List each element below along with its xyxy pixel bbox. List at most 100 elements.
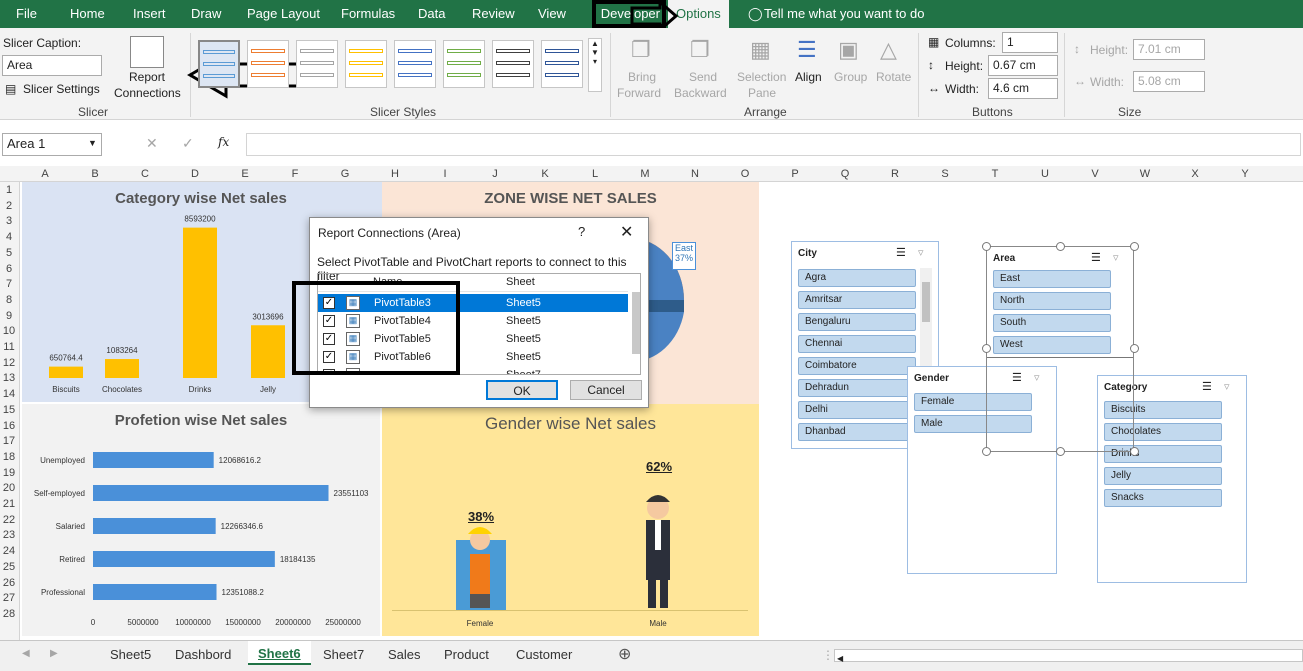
sheet-tab[interactable]: Sheet6 bbox=[248, 641, 311, 665]
close-icon[interactable]: ✕ bbox=[620, 222, 633, 242]
row-header[interactable]: 5 bbox=[0, 247, 18, 259]
clear-filter-icon[interactable]: ▿ bbox=[918, 246, 924, 259]
enter-icon[interactable]: ✓ bbox=[182, 135, 194, 152]
column-header[interactable]: M bbox=[635, 168, 655, 180]
row-header[interactable]: 14 bbox=[0, 388, 18, 400]
row-header[interactable]: 22 bbox=[0, 514, 18, 526]
slicer-item-city[interactable]: Dhanbad bbox=[798, 423, 916, 441]
slicer-item-city[interactable]: Coimbatore bbox=[798, 357, 916, 375]
row-header[interactable]: 7 bbox=[0, 278, 18, 290]
row-header[interactable]: 16 bbox=[0, 420, 18, 432]
row-header[interactable]: 28 bbox=[0, 608, 18, 620]
tab-file[interactable]: File bbox=[16, 6, 37, 21]
slicer-item-category[interactable]: Drinks bbox=[1104, 445, 1222, 463]
cancel-icon[interactable]: ✕ bbox=[146, 135, 158, 152]
formula-input[interactable] bbox=[246, 133, 1301, 156]
slicer-item-category[interactable]: Biscuits bbox=[1104, 401, 1222, 419]
slicer-style-swatch[interactable] bbox=[394, 40, 436, 88]
column-header[interactable]: E bbox=[235, 168, 255, 180]
row-header[interactable]: 13 bbox=[0, 372, 18, 384]
col-sheet-header[interactable]: Sheet bbox=[506, 276, 535, 288]
size-width-input[interactable]: 5.08 cm bbox=[1133, 71, 1205, 92]
slicer-item-city[interactable]: Amritsar bbox=[798, 291, 916, 309]
column-header[interactable]: S bbox=[935, 168, 955, 180]
next-sheet-icon[interactable]: ▶ bbox=[50, 648, 58, 659]
tab-page-layout[interactable]: Page Layout bbox=[247, 6, 320, 21]
slicer-item-area[interactable]: West bbox=[993, 336, 1111, 354]
send-backward-label1[interactable]: Send bbox=[689, 70, 717, 84]
slicer-item-gender[interactable]: Female bbox=[914, 393, 1032, 411]
scroll-thumb[interactable] bbox=[922, 282, 930, 322]
column-header[interactable]: K bbox=[535, 168, 555, 180]
styles-scroll-icon[interactable]: ▲ ▼ ▾ bbox=[588, 38, 602, 92]
tell-me-search[interactable]: Tell me what you want to do bbox=[764, 6, 924, 21]
sheet-tab[interactable]: Sheet5 bbox=[110, 647, 151, 662]
row-header[interactable]: 9 bbox=[0, 310, 18, 322]
slicer-settings-button[interactable]: Slicer Settings bbox=[23, 82, 100, 96]
slicer-item-gender[interactable]: Male bbox=[914, 415, 1032, 433]
slicer-item-area[interactable]: North bbox=[993, 292, 1111, 310]
bring-forward-label2[interactable]: Forward bbox=[617, 86, 661, 100]
slicer-caption-input[interactable]: Area bbox=[2, 55, 102, 76]
report-connections-label1[interactable]: Report bbox=[129, 70, 165, 84]
column-header[interactable]: H bbox=[385, 168, 405, 180]
slicer-item-area[interactable]: East bbox=[993, 270, 1111, 288]
slicer-style-swatch[interactable] bbox=[541, 40, 583, 88]
row-header[interactable]: 2 bbox=[0, 200, 18, 212]
size-height-input[interactable]: 7.01 cm bbox=[1133, 39, 1205, 60]
row-header[interactable]: 21 bbox=[0, 498, 18, 510]
tab-home[interactable]: Home bbox=[70, 6, 105, 21]
column-header[interactable]: F bbox=[285, 168, 305, 180]
column-header[interactable]: V bbox=[1085, 168, 1105, 180]
row-header[interactable]: 19 bbox=[0, 467, 18, 479]
column-header[interactable]: Q bbox=[835, 168, 855, 180]
name-box[interactable]: Area 1 bbox=[2, 133, 102, 156]
resize-handle[interactable] bbox=[982, 447, 991, 456]
resize-handle[interactable] bbox=[982, 242, 991, 251]
tab-draw[interactable]: Draw bbox=[191, 6, 221, 21]
column-header[interactable]: R bbox=[885, 168, 905, 180]
multi-select-icon[interactable]: ☰ bbox=[1202, 380, 1212, 393]
add-sheet-icon[interactable]: ⊕ bbox=[618, 644, 631, 664]
sheet-tab[interactable]: Product bbox=[444, 647, 489, 662]
row-header[interactable]: 8 bbox=[0, 294, 18, 306]
resize-handle[interactable] bbox=[1056, 447, 1065, 456]
column-header[interactable]: I bbox=[435, 168, 455, 180]
cancel-button[interactable]: Cancel bbox=[570, 380, 642, 400]
slicer-style-swatch[interactable] bbox=[492, 40, 534, 88]
tab-insert[interactable]: Insert bbox=[133, 6, 166, 21]
slicer-style-swatch[interactable] bbox=[296, 40, 338, 88]
column-header[interactable]: W bbox=[1135, 168, 1155, 180]
slicer-item-category[interactable]: Snacks bbox=[1104, 489, 1222, 507]
row-header[interactable]: 18 bbox=[0, 451, 18, 463]
align-button[interactable]: Align bbox=[795, 70, 822, 84]
rotate-button[interactable]: Rotate bbox=[876, 70, 911, 84]
slicer-item-category[interactable]: Chocolates bbox=[1104, 423, 1222, 441]
prev-sheet-icon[interactable]: ◀ bbox=[22, 648, 30, 659]
selection-pane-label1[interactable]: Selection bbox=[737, 70, 786, 84]
tab-data[interactable]: Data bbox=[418, 6, 445, 21]
column-header[interactable]: B bbox=[85, 168, 105, 180]
list-scrollbar[interactable] bbox=[632, 292, 640, 354]
slicer-style-swatch[interactable] bbox=[198, 40, 240, 88]
slicer-style-swatch[interactable] bbox=[247, 40, 289, 88]
resize-handle[interactable] bbox=[982, 344, 991, 353]
row-header[interactable]: 3 bbox=[0, 215, 18, 227]
row-header[interactable]: 4 bbox=[0, 231, 18, 243]
resize-handle[interactable] bbox=[1130, 242, 1139, 251]
sheet-tab[interactable]: Dashbord bbox=[175, 647, 231, 662]
scroll-left-icon[interactable]: ◀ bbox=[835, 654, 843, 663]
slicer-item-city[interactable]: Bengaluru bbox=[798, 313, 916, 331]
column-header[interactable]: C bbox=[135, 168, 155, 180]
row-header[interactable]: 10 bbox=[0, 325, 18, 337]
tab-formulas[interactable]: Formulas bbox=[341, 6, 395, 21]
column-header[interactable]: D bbox=[185, 168, 205, 180]
column-header[interactable]: Y bbox=[1235, 168, 1255, 180]
button-height-spinner[interactable]: 0.67 cm bbox=[988, 55, 1058, 76]
clear-filter-icon[interactable]: ▿ bbox=[1224, 380, 1230, 393]
row-header[interactable]: 26 bbox=[0, 577, 18, 589]
row-header[interactable]: 1 bbox=[0, 184, 18, 196]
column-header[interactable]: P bbox=[785, 168, 805, 180]
sheet-tab[interactable]: Sales bbox=[388, 647, 421, 662]
row-header[interactable]: 11 bbox=[0, 341, 18, 353]
